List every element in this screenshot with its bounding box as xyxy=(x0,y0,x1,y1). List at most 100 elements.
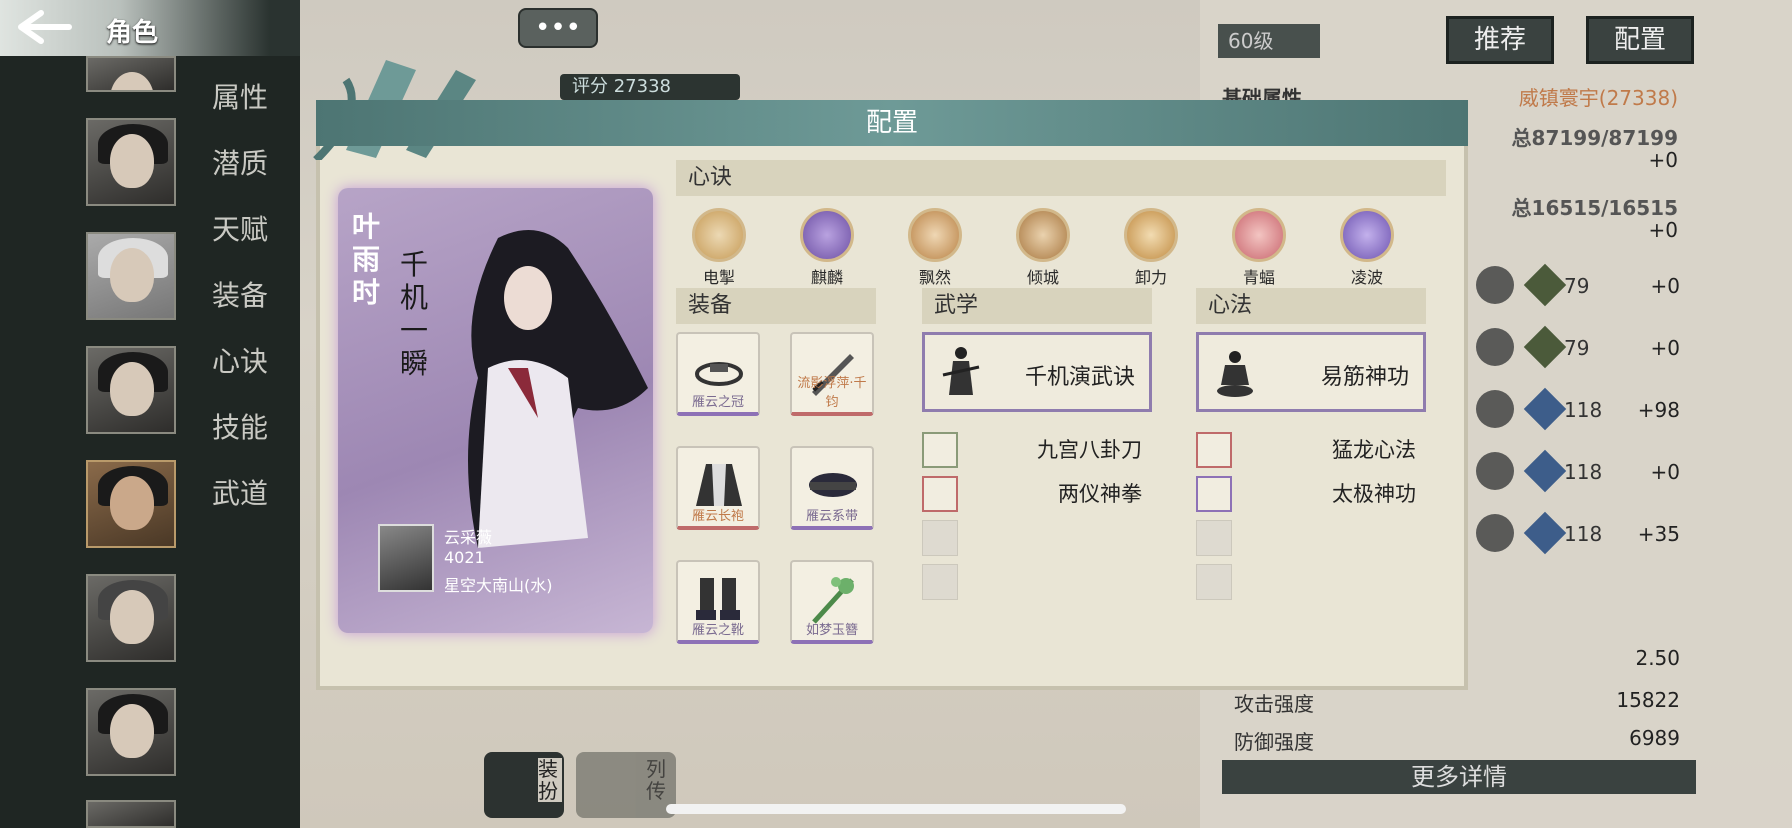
stat-label: 防御强度 xyxy=(1234,730,1314,754)
skill-bonus: +98 xyxy=(1637,398,1680,422)
main-inner-art-slot[interactable]: 易筋神功 xyxy=(1196,332,1426,412)
equip-slot-helmet[interactable]: 雁云之冠 xyxy=(676,332,760,416)
main-inner-art-name: 易筋神功 xyxy=(1320,365,1409,390)
empty-inner-art-slot[interactable] xyxy=(1196,520,1232,556)
level-badge: 60级 xyxy=(1218,24,1320,58)
score-value: 27338 xyxy=(613,76,671,97)
home-indicator[interactable] xyxy=(666,804,1126,814)
xinjue-label: 卸力 xyxy=(1134,268,1167,287)
fuyuan-skill-icon xyxy=(1476,452,1514,490)
equip-slot-weapon[interactable]: 流影浮萍·千钧 xyxy=(790,332,874,416)
qingcheng-icon[interactable] xyxy=(1016,208,1070,262)
robe-icon xyxy=(696,464,742,506)
equip-slot-robe[interactable]: 雁云长袍 xyxy=(676,446,760,530)
config-dialog: 配置 叶雨时 千机一瞬 云采薇 4021 星空大南山(水) 心诀 电掣 麒麟 飘… xyxy=(313,60,1468,690)
stat-value: +0 xyxy=(1648,148,1678,172)
equip-name: 雁云系带 xyxy=(805,509,858,524)
character-portrait[interactable] xyxy=(86,118,176,206)
belt-icon xyxy=(809,473,857,497)
dianche-icon[interactable] xyxy=(692,208,746,262)
character-portrait[interactable] xyxy=(86,346,176,434)
xinjue-label: 电掣 xyxy=(702,268,735,287)
nav-xinjue[interactable]: 心诀 xyxy=(212,340,268,380)
owner-score: 4021 xyxy=(444,548,485,567)
xinjue-label: 凌波 xyxy=(1350,268,1383,287)
recommend-button[interactable]: 推荐 xyxy=(1446,16,1554,64)
owner-name: 云采薇 xyxy=(444,528,493,547)
character-portrait[interactable] xyxy=(86,232,176,320)
lingbo-icon[interactable] xyxy=(1340,208,1394,262)
xieli-icon[interactable] xyxy=(1124,208,1178,262)
liangyi-quan-icon[interactable] xyxy=(922,476,958,512)
piaoran-icon[interactable] xyxy=(908,208,962,262)
character-portrait[interactable] xyxy=(86,56,176,92)
nav-attributes[interactable]: 属性 xyxy=(212,76,268,116)
equip-name: 流影浮萍·千钧 xyxy=(797,376,867,410)
xinjue-label: 青蝠 xyxy=(1242,268,1275,287)
equip-slot-hairpin[interactable]: 如梦玉簪 xyxy=(790,560,874,644)
chat-button[interactable]: ••• xyxy=(518,8,598,48)
stat-label: 攻击强度 xyxy=(1234,692,1314,716)
xinjue-label: 飘然 xyxy=(918,268,951,287)
sword-skill-icon xyxy=(1476,266,1514,304)
boots-icon xyxy=(696,578,740,620)
qilin-icon[interactable] xyxy=(800,208,854,262)
nav-wudao[interactable]: 武道 xyxy=(212,472,268,512)
qingfu-icon[interactable] xyxy=(1232,208,1286,262)
crown-icon xyxy=(695,362,743,386)
dress-up-button[interactable]: 装扮 xyxy=(484,752,564,818)
character-illustration xyxy=(468,230,648,548)
taiji-shengong-icon[interactable] xyxy=(1196,476,1232,512)
nav-skills[interactable]: 技能 xyxy=(212,406,268,446)
skill-bonus: +0 xyxy=(1650,460,1680,484)
biography-label: 列传 xyxy=(646,757,666,803)
character-portrait[interactable] xyxy=(86,574,176,662)
character-portrait[interactable] xyxy=(86,800,176,828)
nav-equipment[interactable]: 装备 xyxy=(212,274,268,314)
more-details-button[interactable]: 更多详情 xyxy=(1222,760,1696,794)
skill-level: 118 xyxy=(1564,398,1603,422)
xinjue-label: 麒麟 xyxy=(810,268,843,287)
config-button[interactable]: 配置 xyxy=(1586,16,1694,64)
power-title: 威镇寰宇(27338) xyxy=(1518,86,1678,110)
menglong-xinfa-icon[interactable] xyxy=(1196,432,1232,468)
back-button[interactable] xyxy=(8,6,78,48)
sub-martial-art-name: 九宫八卦刀 xyxy=(1037,438,1142,462)
xinjue-header: 心诀 xyxy=(676,160,1446,196)
owner-server: 星空大南山(水) xyxy=(444,576,553,595)
dialog-title: 配置 xyxy=(316,100,1468,146)
dingli-skill-icon xyxy=(1476,514,1514,552)
biography-button[interactable]: 列传 xyxy=(576,752,676,818)
character-portrait-selected[interactable] xyxy=(86,460,176,548)
character-name: 叶雨时 xyxy=(352,210,381,309)
main-martial-art-slot[interactable]: 千机演武诀 xyxy=(922,332,1152,412)
hairpin-icon xyxy=(812,577,854,624)
sub-inner-art-name: 猛龙心法 xyxy=(1332,438,1416,462)
qimen-skill-icon xyxy=(1476,328,1514,366)
shenfa-skill-icon xyxy=(1476,390,1514,428)
stat-value: 2.50 xyxy=(1635,646,1680,670)
equip-slot-belt[interactable]: 雁云系带 xyxy=(790,446,874,530)
equip-name: 雁云之冠 xyxy=(691,395,744,410)
sub-inner-art-name: 太极神功 xyxy=(1332,482,1416,506)
equip-name: 雁云之靴 xyxy=(691,623,744,638)
equip-slot-boots[interactable]: 雁云之靴 xyxy=(676,560,760,644)
empty-martial-art-slot[interactable] xyxy=(922,564,958,600)
xinfa-header: 心法 xyxy=(1196,288,1426,324)
sidebar: 角色 属性 潜质 天赋 装备 心诀 技能 武道 xyxy=(0,0,300,828)
nav-potential[interactable]: 潜质 xyxy=(212,142,268,182)
empty-martial-art-slot[interactable] xyxy=(922,520,958,556)
bagua-dao-icon[interactable] xyxy=(922,432,958,468)
top-bar: 角色 xyxy=(0,0,300,56)
nav-talent[interactable]: 天赋 xyxy=(212,208,268,248)
wuxue-header: 武学 xyxy=(922,288,1152,324)
skill-level: 79 xyxy=(1564,274,1590,298)
empty-inner-art-slot[interactable] xyxy=(1196,564,1232,600)
dress-up-label: 装扮 xyxy=(538,758,562,802)
martial-figure-icon xyxy=(942,347,980,395)
page-title: 角色 xyxy=(106,18,159,48)
meditation-figure-icon xyxy=(1217,351,1253,397)
skill-level: 79 xyxy=(1564,336,1590,360)
equip-name: 雁云长袍 xyxy=(691,509,744,524)
character-portrait[interactable] xyxy=(86,688,176,776)
